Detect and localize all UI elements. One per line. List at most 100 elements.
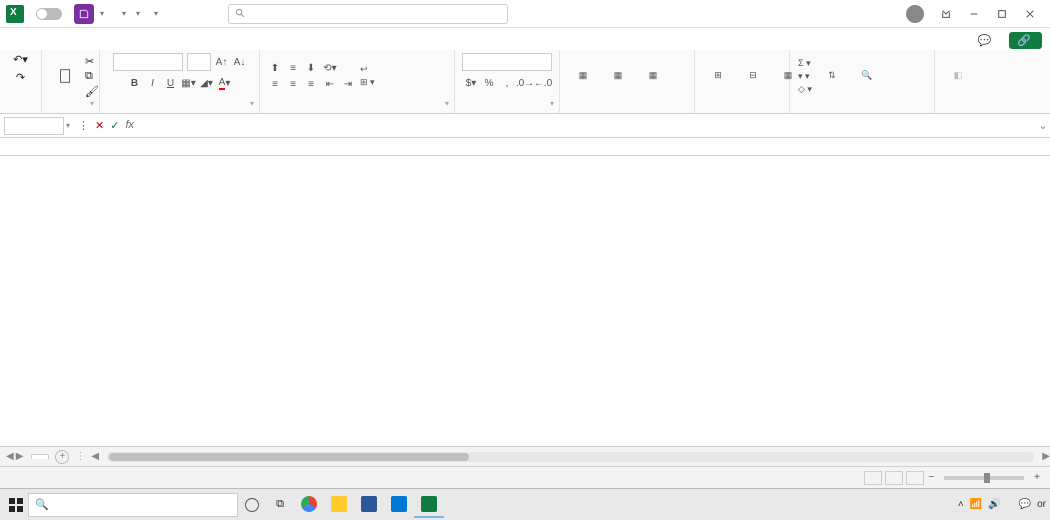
fill-button[interactable]: ▾ ▾ xyxy=(798,71,812,82)
redo-icon[interactable]: ↷ xyxy=(16,71,25,84)
indent-left-icon[interactable]: ⇤ xyxy=(323,77,337,91)
minimize-button[interactable] xyxy=(960,3,988,25)
excel-taskbar-icon[interactable] xyxy=(414,492,444,518)
fill-color-icon[interactable]: ◢▾ xyxy=(200,76,214,90)
underline-icon[interactable]: U xyxy=(164,76,178,90)
spreadsheet-grid[interactable] xyxy=(0,160,1050,446)
align-center-icon[interactable]: ≡ xyxy=(286,77,300,91)
word-icon[interactable] xyxy=(354,492,384,518)
close-button[interactable] xyxy=(1016,3,1044,25)
view-layout-icon[interactable] xyxy=(885,471,903,485)
sheet-nav-next[interactable]: ▶ xyxy=(16,451,24,462)
copy-icon[interactable]: ⧉ xyxy=(85,70,99,83)
accounting-icon[interactable]: $▾ xyxy=(464,76,478,90)
ribbon-tabs: 💬 🔗 xyxy=(0,28,1050,50)
share-button[interactable]: 🔗 xyxy=(1009,32,1042,49)
zoom-slider[interactable] xyxy=(944,476,1024,480)
file-explorer-icon[interactable] xyxy=(324,492,354,518)
decrease-decimal-icon[interactable]: ←.0 xyxy=(536,76,550,90)
percent-icon[interactable]: % xyxy=(482,76,496,90)
qat-more[interactable]: ▾ xyxy=(136,9,140,18)
cell-styles-button[interactable]: ▦ xyxy=(638,63,668,90)
clear-button[interactable]: ◇ ▾ xyxy=(798,84,812,95)
indent-right-icon[interactable]: ⇥ xyxy=(341,77,355,91)
analyze-data-button[interactable]: ◧ xyxy=(943,63,973,90)
maximize-button[interactable] xyxy=(988,3,1016,25)
save-icon[interactable] xyxy=(74,4,94,24)
wrap-text-button[interactable]: ↩ xyxy=(360,64,375,75)
sort-filter-button[interactable]: ⇅ xyxy=(817,63,847,90)
taskbar-search[interactable]: 🔍 xyxy=(28,493,238,517)
hscroll-left[interactable]: ◀ xyxy=(91,451,99,462)
bold-icon[interactable]: B xyxy=(128,76,142,90)
number-format-select[interactable] xyxy=(462,53,552,71)
group-alignment: ▾ xyxy=(268,99,446,112)
cut-icon[interactable]: ✂ xyxy=(85,55,99,68)
comments-button[interactable]: 💬 xyxy=(971,31,1002,50)
store-icon[interactable] xyxy=(384,492,414,518)
group-font: ▾ xyxy=(108,99,251,112)
search-icon xyxy=(235,8,246,19)
align-bottom-icon[interactable]: ⬇ xyxy=(304,61,318,75)
sheet-nav-prev[interactable]: ◀ xyxy=(6,451,14,462)
align-middle-icon[interactable]: ≡ xyxy=(286,61,300,75)
paste-button[interactable] xyxy=(50,63,80,90)
orientation-icon[interactable]: ⟲▾ xyxy=(323,61,337,75)
cortana-icon[interactable] xyxy=(238,491,266,519)
title-bar: ▾ ▾ ▾ ▾ xyxy=(0,0,1050,28)
merge-center-button[interactable]: ⊞ ▾ xyxy=(360,77,375,88)
align-top-icon[interactable]: ⬆ xyxy=(268,61,282,75)
align-right-icon[interactable]: ≡ xyxy=(304,77,318,91)
format-painter-icon[interactable]: 🖌 xyxy=(85,85,99,98)
grow-font-icon[interactable]: A↑ xyxy=(215,55,229,69)
fx-icon[interactable]: fx xyxy=(125,119,134,132)
comma-icon[interactable]: , xyxy=(500,76,514,90)
start-button[interactable] xyxy=(4,493,28,517)
tray-volume-icon[interactable]: 🔊 xyxy=(988,499,1000,510)
name-box[interactable] xyxy=(4,117,64,135)
hscroll-right[interactable]: ▶ xyxy=(1042,451,1050,462)
view-normal-icon[interactable] xyxy=(864,471,882,485)
search-box[interactable] xyxy=(228,4,508,24)
user-account[interactable] xyxy=(901,5,924,23)
enter-formula-icon[interactable]: ✓ xyxy=(110,119,119,132)
sheet-tab[interactable] xyxy=(31,454,49,459)
format-as-table-button[interactable]: ▦ xyxy=(603,63,633,90)
expand-formula-bar[interactable]: ⌄ xyxy=(1036,119,1050,132)
view-break-icon[interactable] xyxy=(906,471,924,485)
add-sheet-button[interactable]: + xyxy=(55,450,69,464)
shrink-font-icon[interactable]: A↓ xyxy=(233,55,247,69)
italic-icon[interactable]: I xyxy=(146,76,160,90)
increase-decimal-icon[interactable]: .0→ xyxy=(518,76,532,90)
task-view-icon[interactable]: ⧉ xyxy=(266,491,294,519)
chrome-icon[interactable] xyxy=(294,492,324,518)
autosum-button[interactable]: Σ ▾ xyxy=(798,58,812,69)
font-size-select[interactable] xyxy=(187,53,211,71)
book-dropdown[interactable]: ▾ xyxy=(154,9,158,18)
conditional-formatting-button[interactable]: ▦ xyxy=(568,63,598,90)
sheet-tab-bar: ◀ ▶ + ⋮ ◀ ▶ xyxy=(0,446,1050,466)
autosave-toggle[interactable] xyxy=(36,8,62,20)
cancel-formula-icon[interactable]: ✕ xyxy=(95,119,104,132)
align-left-icon[interactable]: ≡ xyxy=(268,77,282,91)
numfmt-caret[interactable]: ▾ xyxy=(122,9,126,18)
undo-icon[interactable]: ↶▾ xyxy=(13,53,28,66)
zoom-in[interactable]: + xyxy=(1030,472,1044,483)
font-name-select[interactable] xyxy=(113,53,183,71)
tray-chevron[interactable]: ˄ xyxy=(958,499,964,510)
find-select-button[interactable]: 🔍 xyxy=(852,63,882,90)
border-icon[interactable]: ▦▾ xyxy=(182,76,196,90)
qat-dropdown[interactable]: ▾ xyxy=(100,9,104,18)
delete-cells-button[interactable]: ⊟ xyxy=(738,63,768,90)
autosave[interactable] xyxy=(32,8,66,20)
formula-bar: ▾ ⋮ ✕ ✓ fx ⌄ xyxy=(0,114,1050,138)
horizontal-scrollbar[interactable] xyxy=(107,452,1034,462)
notifications-icon[interactable]: 💬 xyxy=(1019,499,1031,510)
font-color-icon[interactable]: A▾ xyxy=(218,76,232,90)
tray-network-icon[interactable]: 📶 xyxy=(970,499,982,510)
ribbon-options-icon[interactable] xyxy=(932,3,960,25)
zoom-out[interactable]: − xyxy=(924,472,938,483)
insert-cells-button[interactable]: ⊞ xyxy=(703,63,733,90)
name-box-caret[interactable]: ▾ xyxy=(64,121,72,130)
user-avatar xyxy=(906,5,924,23)
